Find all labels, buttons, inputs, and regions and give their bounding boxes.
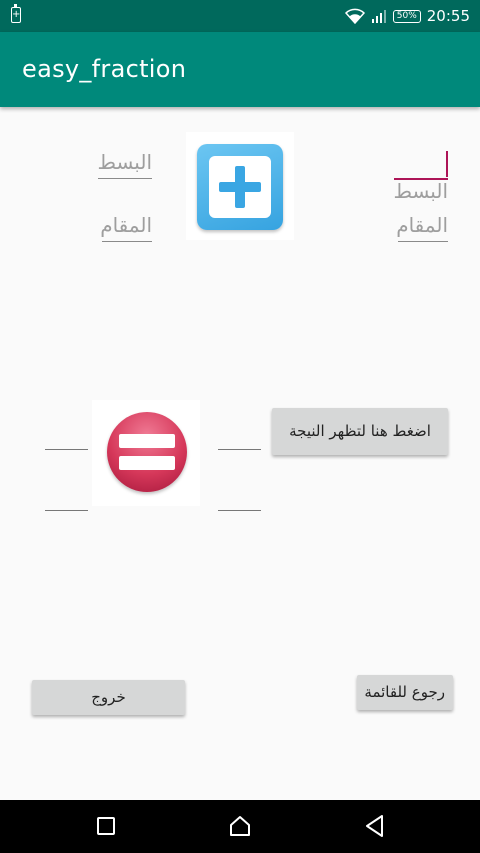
back-to-menu-button[interactable]: رجوع للقائمة <box>357 675 453 710</box>
back-icon[interactable] <box>364 814 384 838</box>
first-denominator-placeholder: المقام <box>396 213 448 237</box>
second-numerator-input[interactable]: البسط <box>97 148 152 179</box>
plus-icon[interactable] <box>186 132 294 240</box>
first-numerator-placeholder: البسط <box>393 178 448 203</box>
wifi-icon <box>344 8 365 24</box>
app-title: easy_fraction <box>22 55 187 83</box>
first-numerator-input[interactable]: البسط <box>393 148 448 203</box>
result-numerator-line <box>45 449 88 450</box>
show-result-button[interactable]: اضغط هنا لتظهر النيجة <box>272 408 448 455</box>
exit-button[interactable]: خروج <box>32 680 185 715</box>
second-numerator-placeholder: البسط <box>97 150 152 174</box>
second-denominator-placeholder: المقام <box>100 213 152 237</box>
text-cursor <box>446 150 448 177</box>
recent-apps-icon[interactable] <box>97 817 115 835</box>
equals-icon <box>92 400 200 506</box>
second-denominator-input[interactable]: المقام <box>100 211 152 242</box>
signal-icon <box>371 10 386 23</box>
clock: 20:55 <box>426 7 470 25</box>
battery-charging-icon: + <box>11 4 21 23</box>
home-icon[interactable] <box>229 815 251 837</box>
status-bar: + 50% 20:55 <box>0 0 480 32</box>
status-icons: 50% 20:55 <box>344 0 470 32</box>
result-denominator-line <box>45 510 88 511</box>
app-bar: easy_fraction <box>0 32 480 107</box>
result-left-denominator-line <box>218 510 261 511</box>
first-denominator-input[interactable]: المقام <box>396 211 448 242</box>
battery-percent: 50% <box>392 9 421 23</box>
navigation-bar <box>0 800 480 853</box>
result-left-numerator-line <box>218 449 261 450</box>
